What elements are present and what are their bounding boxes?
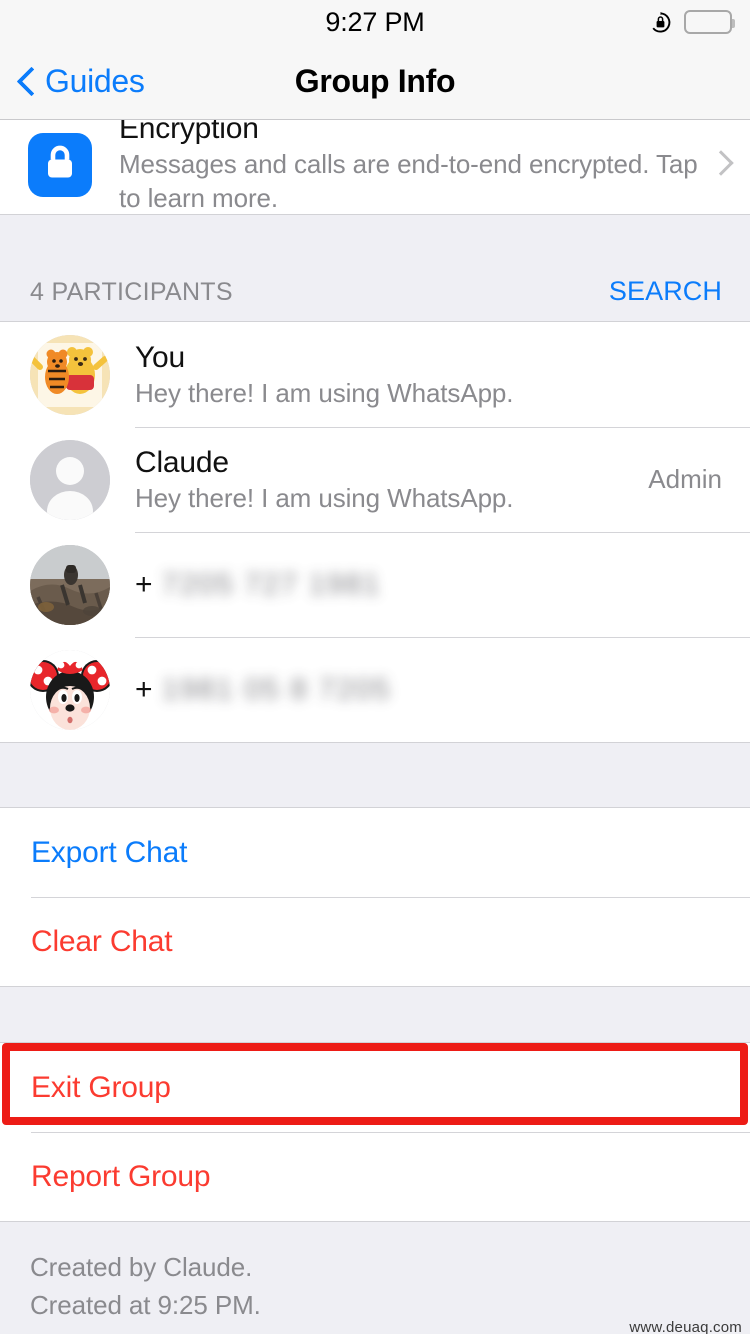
export-chat-label: Export Chat bbox=[31, 836, 187, 870]
chat-actions-list: Export Chat Clear Chat bbox=[0, 808, 750, 986]
phone-plus-sign: + bbox=[135, 570, 153, 600]
lock-icon bbox=[28, 133, 92, 197]
participants-list: You Hey there! I am using WhatsApp. Clau… bbox=[0, 322, 750, 742]
clear-chat-label: Clear Chat bbox=[31, 925, 172, 959]
group-actions-list: Exit Group Report Group bbox=[0, 1043, 750, 1221]
site-watermark: www.deuaq.com bbox=[629, 1319, 742, 1334]
participants-header: 4 PARTICIPANTS SEARCH bbox=[0, 215, 750, 322]
status-bar-clock: 9:27 PM bbox=[325, 7, 424, 38]
participant-status: Hey there! I am using WhatsApp. bbox=[135, 481, 638, 515]
scroll-content[interactable]: Encryption Messages and calls are end-to… bbox=[0, 120, 750, 1334]
section-gap-2 bbox=[0, 986, 750, 1043]
participant-name: You bbox=[135, 339, 712, 376]
participant-admin-badge: Admin bbox=[638, 464, 722, 495]
participants-count-label: 4 PARTICIPANTS bbox=[30, 278, 233, 307]
export-chat-button[interactable]: Export Chat bbox=[0, 808, 750, 897]
avatar-soldier-photo bbox=[30, 545, 110, 625]
participant-row-phone-2[interactable]: + 1981 05 8 7205 bbox=[0, 637, 750, 742]
section-gap-1 bbox=[0, 742, 750, 808]
encryption-title: Encryption bbox=[119, 120, 704, 147]
participant-row-claude[interactable]: Claude Hey there! I am using WhatsApp. A… bbox=[0, 427, 750, 532]
exit-group-button[interactable]: Exit Group bbox=[0, 1043, 750, 1132]
encryption-row[interactable]: Encryption Messages and calls are end-to… bbox=[0, 120, 750, 215]
encryption-subtitle: Messages and calls are end-to-end encryp… bbox=[119, 147, 699, 215]
status-bar: 9:27 PM bbox=[0, 0, 750, 44]
battery-full-icon bbox=[684, 10, 732, 34]
back-button[interactable]: Guides bbox=[0, 63, 145, 100]
created-at-text: Created at 9:25 PM. bbox=[30, 1286, 720, 1324]
avatar-pooh-tigger bbox=[30, 335, 110, 415]
participant-status: Hey there! I am using WhatsApp. bbox=[135, 376, 712, 410]
exit-group-label: Exit Group bbox=[31, 1071, 171, 1105]
participant-name: Claude bbox=[135, 444, 638, 481]
status-bar-indicators bbox=[648, 0, 732, 44]
avatar-default-person bbox=[30, 440, 110, 520]
group-footer: Created by Claude. Created at 9:25 PM. w… bbox=[0, 1221, 750, 1334]
rotation-lock-icon bbox=[648, 10, 673, 35]
chevron-right-icon bbox=[710, 151, 732, 173]
report-group-button[interactable]: Report Group bbox=[0, 1132, 750, 1221]
chevron-left-icon bbox=[18, 67, 35, 97]
phone-plus-sign: + bbox=[135, 675, 153, 705]
participant-phone-number: 7205 727 1981 bbox=[162, 568, 382, 602]
participant-row-phone-1[interactable]: + 7205 727 1981 bbox=[0, 532, 750, 637]
report-group-label: Report Group bbox=[31, 1160, 210, 1194]
participant-row-you[interactable]: You Hey there! I am using WhatsApp. bbox=[0, 322, 750, 427]
search-participants-button[interactable]: SEARCH bbox=[609, 276, 722, 307]
group-info-screen: 9:27 PM Guides Group Info bbox=[0, 0, 750, 1334]
created-by-text: Created by Claude. bbox=[30, 1248, 720, 1286]
avatar-minnie-mouse bbox=[30, 650, 110, 730]
participant-phone-number: 1981 05 8 7205 bbox=[162, 673, 392, 707]
navigation-bar: Guides Group Info bbox=[0, 44, 750, 120]
clear-chat-button[interactable]: Clear Chat bbox=[0, 897, 750, 986]
back-button-label: Guides bbox=[45, 63, 145, 100]
